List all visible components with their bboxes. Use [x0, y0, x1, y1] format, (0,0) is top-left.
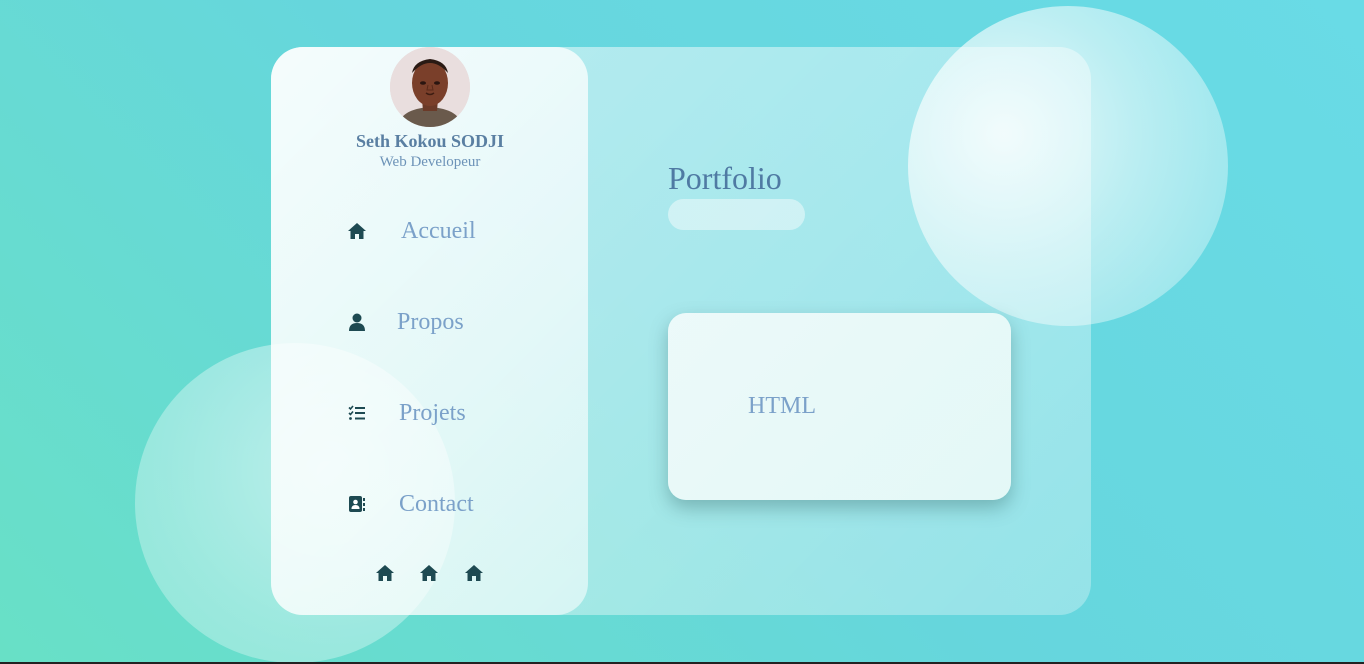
home-icon [419, 564, 439, 587]
nav-item-label: Projets [399, 399, 466, 426]
home-icon [375, 564, 395, 587]
page-title: Portfolio [668, 160, 782, 196]
home-icon [345, 219, 369, 243]
avatar-portrait [390, 47, 470, 127]
address-book-icon [345, 492, 369, 516]
skill-card-html[interactable]: HTML [668, 313, 1011, 500]
nav-item-contact[interactable]: Contact [345, 491, 474, 517]
social-link-2[interactable] [418, 564, 440, 587]
social-link-3[interactable] [463, 564, 485, 587]
nav-item-label: Contact [399, 490, 474, 517]
title-underline-pill [668, 199, 805, 230]
nav-item-label: Propos [397, 308, 464, 335]
social-link-1[interactable] [374, 564, 396, 587]
profile-role: Web Developeur [379, 154, 481, 170]
skill-card-label: HTML [748, 393, 816, 419]
profile-name: Seth Kokou SODJI [355, 131, 505, 151]
nav-item-propos[interactable]: Propos [345, 309, 464, 335]
task-list-icon [345, 401, 369, 425]
nav-item-label: Accueil [401, 217, 476, 244]
avatar [390, 47, 470, 127]
home-icon [464, 564, 484, 587]
user-icon [345, 310, 369, 334]
nav-item-projets[interactable]: Projets [345, 400, 466, 426]
nav-item-accueil[interactable]: Accueil [345, 218, 476, 244]
